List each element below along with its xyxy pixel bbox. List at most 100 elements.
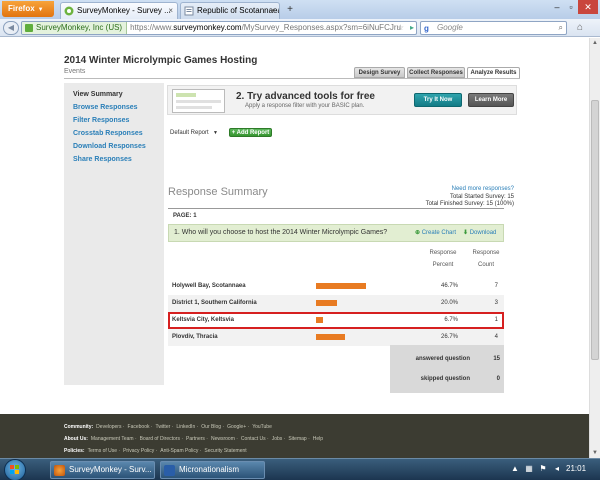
footer-about-link[interactable]: Jobs · — [272, 436, 286, 442]
answer-label: District 1, Southern California — [172, 300, 257, 306]
footer-policies-link[interactable]: Privacy Policy · — [123, 448, 157, 454]
sidebar-item-filter-responses[interactable]: Filter Responses — [73, 117, 129, 124]
try-it-now-button[interactable]: Try It Now — [414, 93, 462, 107]
tray-expand-icon[interactable]: ▲ — [510, 464, 520, 474]
page-subtitle: Events — [64, 68, 86, 75]
url-bar[interactable]: SurveyMonkey, Inc (US) https://www.survey… — [21, 21, 417, 35]
tab-collect-responses[interactable]: Collect Responses — [407, 67, 465, 78]
sidebar-item-crosstab-responses[interactable]: Crosstab Responses — [73, 130, 143, 137]
scroll-up-icon[interactable]: ▲ — [590, 38, 600, 48]
promo-title: 2. Try advanced tools for free — [236, 91, 375, 102]
footer-about-link[interactable]: Management Team · — [91, 436, 137, 442]
footer-policies-link[interactable]: Terms of Use · — [88, 448, 121, 454]
header-count-line1: Response — [472, 250, 500, 256]
skipped-question-value: 0 — [496, 376, 500, 382]
footer-community-link[interactable]: Google+ · — [227, 424, 249, 430]
table-row: Holywell Bay, Scotannaea 46.7% 7 — [168, 278, 504, 295]
reload-icon[interactable]: ▸ — [410, 22, 414, 34]
sidebar-item-view-summary[interactable]: View Summary — [73, 91, 123, 98]
scrollbar-thumb[interactable] — [591, 100, 599, 360]
maximize-icon[interactable]: ▫ — [564, 0, 578, 14]
browser-tab-bar: Firefox ▼ SurveyMonkey - Survey ... × Rep… — [0, 0, 600, 19]
response-percent: 46.7% — [440, 283, 458, 289]
footer-about-link[interactable]: Board of Directors · — [140, 436, 183, 442]
browser-tab-scotannaea[interactable]: Republic of Scotannaea ... × — [180, 2, 280, 19]
taskbar-clock[interactable]: 21:01 — [566, 464, 586, 473]
footer-about-link[interactable]: Partners · — [186, 436, 208, 442]
promo-subtitle: Apply a response filter with your BASIC … — [245, 103, 365, 109]
summary-divider — [168, 208, 504, 209]
footer-community-link[interactable]: Our Blog · — [201, 424, 224, 430]
footer-policies-link[interactable]: Anti-Spam Policy · — [160, 448, 201, 454]
page-scrollbar[interactable]: ▲ ▼ — [589, 38, 600, 458]
search-input[interactable]: g Google ⌕ — [420, 21, 567, 35]
windows-start-icon[interactable] — [4, 459, 26, 480]
total-started: Total Started Survey: 15 — [449, 194, 514, 200]
browser-tab-surveymonkey[interactable]: SurveyMonkey - Survey ... × — [60, 2, 178, 19]
bookmark-star-icon[interactable]: ☆ — [397, 22, 404, 34]
footer-about-link[interactable]: Contact Us · — [241, 436, 269, 442]
volume-icon[interactable]: ◂ — [552, 464, 562, 474]
page-viewport: 2014 Winter Microlympic Games Hosting Ev… — [0, 38, 600, 458]
answer-label: Plovdiv, Thracia — [172, 334, 218, 340]
chevron-down-icon: ▼ — [213, 130, 218, 136]
scroll-down-icon[interactable]: ▼ — [590, 448, 600, 458]
add-report-button[interactable]: + Add Report — [229, 128, 272, 137]
lock-icon — [25, 24, 33, 32]
footer-policies-label: Policies: — [64, 448, 85, 454]
tabs-divider — [64, 78, 520, 79]
learn-more-button[interactable]: Learn More — [468, 93, 514, 107]
create-chart-label: Create Chart — [421, 230, 457, 236]
table-row: Plovdiv, Thracia 26.7% 4 — [168, 329, 504, 346]
sidebar: View Summary Browse Responses Filter Res… — [64, 83, 164, 385]
url-path: /MySurvey_Responses.aspx?sm=6iNuFCJru — [241, 23, 401, 32]
footer-community-label: Community: — [64, 424, 94, 430]
flag-icon[interactable]: ⚑ — [538, 464, 548, 474]
new-tab-button[interactable]: + — [282, 3, 298, 18]
total-finished: Total Finished Survey: 15 (100%) — [425, 201, 514, 207]
footer-community-link[interactable]: Twitter · — [156, 424, 174, 430]
answer-label: Holywell Bay, Scotannaea — [172, 283, 246, 289]
report-select[interactable]: Default Report ▼ — [168, 128, 220, 138]
response-count: 3 — [494, 300, 498, 306]
window-close-icon[interactable]: ✕ — [578, 0, 598, 14]
download-link[interactable]: ⬇ Download — [463, 229, 496, 236]
footer-about-link[interactable]: Sitemap · — [288, 436, 309, 442]
site-identity-badge[interactable]: SurveyMonkey, Inc (US) — [22, 22, 128, 34]
back-arrow-icon[interactable]: ◀ — [3, 21, 19, 35]
response-bar — [316, 300, 337, 306]
footer-community-link[interactable]: Facebook · — [128, 424, 153, 430]
tab-design-survey[interactable]: Design Survey — [354, 67, 405, 78]
close-icon[interactable]: × — [168, 3, 173, 18]
tab-analyze-results[interactable]: Analyze Results — [467, 67, 520, 78]
search-icon[interactable]: ⌕ — [559, 22, 563, 34]
table-row: District 1, Southern California 20.0% 3 — [168, 295, 504, 312]
response-summary-title: Response Summary — [168, 186, 268, 198]
firefox-menu-button[interactable]: Firefox ▼ — [2, 1, 54, 17]
footer-about-link[interactable]: Help — [313, 436, 323, 442]
close-icon[interactable]: × — [270, 3, 275, 18]
minimize-icon[interactable]: – — [550, 0, 564, 14]
surveymonkey-favicon-icon — [64, 6, 74, 16]
chart-icon: ⊕ — [415, 230, 421, 236]
footer-policies-link[interactable]: Security Statement — [204, 448, 246, 454]
taskbar-item-firefox[interactable]: SurveyMonkey - Surv... — [50, 461, 155, 479]
highlight-annotation — [168, 312, 504, 329]
sidebar-item-share-responses[interactable]: Share Responses — [73, 156, 132, 163]
report-select-value: Default Report — [170, 130, 209, 136]
need-more-responses-link[interactable]: Need more responses? — [452, 186, 514, 192]
taskbar-item-micronationalism[interactable]: Micronationalism — [160, 461, 265, 479]
sidebar-item-browse-responses[interactable]: Browse Responses — [73, 104, 138, 111]
network-icon[interactable]: ▦ — [524, 464, 534, 474]
sidebar-item-download-responses[interactable]: Download Responses — [73, 143, 146, 150]
url-text[interactable]: https://www.surveymonkey.com/MySurvey_Re… — [127, 23, 401, 32]
totals-box: answered question 15 skipped question 0 — [390, 345, 504, 393]
footer-community-link[interactable]: LinkedIn · — [176, 424, 198, 430]
response-percent: 26.7% — [440, 334, 458, 340]
home-icon[interactable]: ⌂ — [572, 21, 588, 35]
create-chart-link[interactable]: ⊕ Create Chart — [415, 229, 456, 236]
footer-community-link[interactable]: Developers · — [96, 424, 124, 430]
footer-about-link[interactable]: Newsroom · — [211, 436, 238, 442]
footer-community-link[interactable]: YouTube — [252, 424, 272, 430]
response-count: 4 — [494, 334, 498, 340]
